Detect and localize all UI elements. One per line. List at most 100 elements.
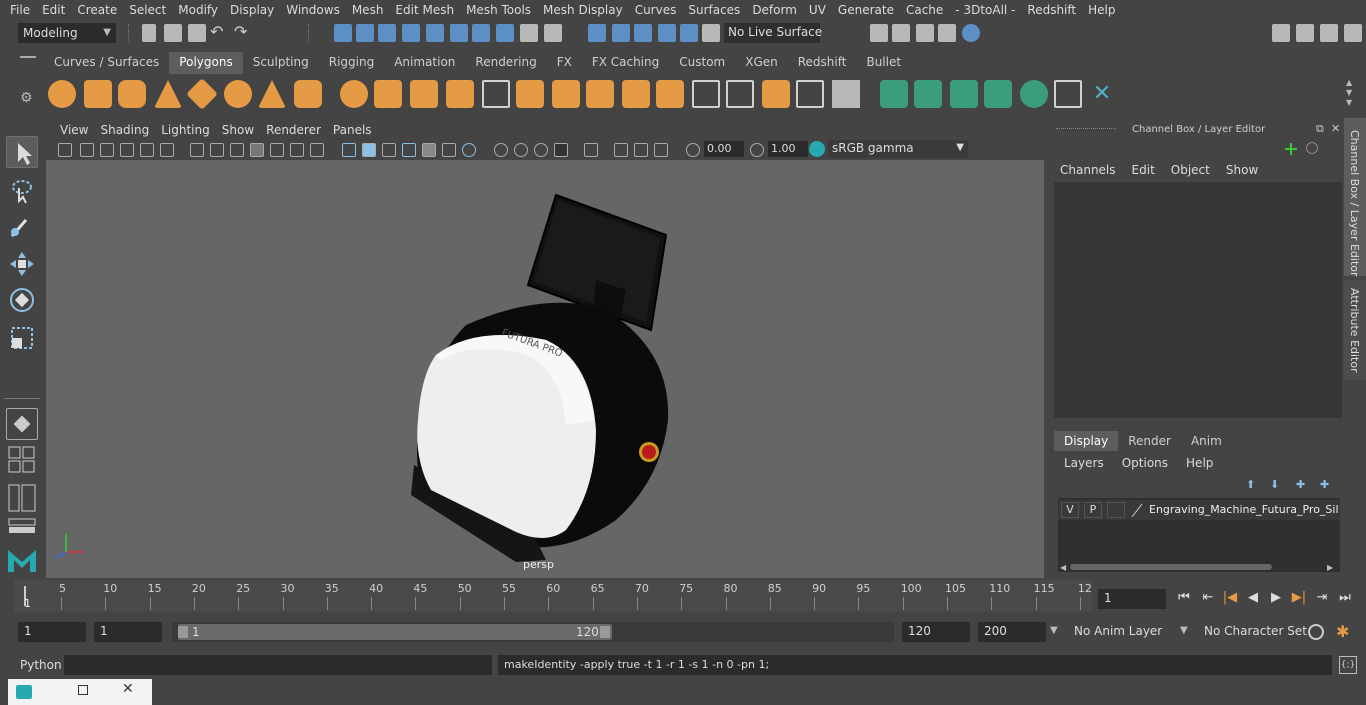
channel-list[interactable]	[1054, 182, 1342, 418]
character-set-select[interactable]: No Character Set	[1198, 622, 1307, 642]
animation-preferences-icon[interactable]: ✱	[1336, 622, 1349, 641]
command-language-label[interactable]: Python	[20, 658, 62, 672]
gear-icon[interactable]: ⚙	[20, 90, 33, 106]
chevron-down-icon[interactable]: ▼	[1180, 625, 1188, 636]
combine-icon[interactable]	[340, 80, 368, 108]
render-view-icon[interactable]	[938, 24, 956, 42]
toggle-modeling-toolkit-icon[interactable]	[1296, 24, 1314, 42]
snap-together-icon[interactable]	[702, 24, 720, 42]
select-uv-icon[interactable]	[472, 24, 490, 42]
bridge-icon[interactable]	[516, 80, 544, 108]
poly-cylinder-icon[interactable]	[118, 80, 146, 108]
panel-drag-handle[interactable]	[1056, 128, 1116, 129]
move-tool[interactable]	[6, 248, 38, 280]
resolution-gate-icon[interactable]	[210, 143, 224, 157]
safe-action-icon[interactable]	[270, 143, 284, 157]
scroll-right-arrow[interactable]: ▶	[1327, 563, 1333, 572]
texture-icon[interactable]	[310, 143, 324, 157]
close-window-icon[interactable]: ✕	[122, 681, 134, 697]
undo-icon[interactable]: ↶	[210, 22, 223, 41]
retopology-icon[interactable]: ✕	[1088, 80, 1116, 108]
open-scene-icon[interactable]	[164, 24, 182, 42]
motion-blur-icon[interactable]	[462, 143, 476, 157]
lighting-icon[interactable]	[382, 143, 396, 157]
end-time-field[interactable]: 120	[902, 622, 970, 642]
planar-map-icon[interactable]	[726, 80, 754, 108]
checker-icon[interactable]	[1054, 80, 1082, 108]
command-input[interactable]	[64, 655, 492, 675]
safe-title-icon[interactable]	[290, 143, 304, 157]
menu-file[interactable]: File	[4, 3, 36, 17]
menu-edit[interactable]: Edit	[36, 3, 71, 17]
perspective-viewport[interactable]: FUTURA PRO	[46, 160, 1044, 578]
layer-color-swatch[interactable]	[1130, 502, 1144, 518]
move-layer-up-icon[interactable]: ⬆	[1246, 478, 1255, 491]
snap-point-icon[interactable]	[634, 24, 652, 42]
xray-joints-icon[interactable]	[554, 143, 568, 157]
menu-surfaces[interactable]: Surfaces	[682, 3, 746, 17]
smooth-brush-icon[interactable]	[914, 80, 942, 108]
sew-uv-icon[interactable]	[832, 80, 860, 108]
play-forward-icon[interactable]: ▶	[1268, 590, 1284, 606]
tab-fx-caching[interactable]: FX Caching	[581, 52, 670, 74]
depth-of-field-icon[interactable]	[514, 143, 528, 157]
xray-icon[interactable]	[422, 143, 436, 157]
wireframe-icon[interactable]	[342, 143, 356, 157]
poly-sphere-icon[interactable]	[48, 80, 76, 108]
channel-box-options-icon[interactable]	[1284, 142, 1298, 156]
grid-toggle-icon[interactable]	[140, 143, 154, 157]
color-space-select[interactable]: sRGB gamma ▼	[828, 140, 968, 158]
menu-uv[interactable]: UV	[803, 3, 832, 17]
range-slider-end-handle[interactable]	[600, 626, 610, 638]
color-management-icon[interactable]	[809, 141, 825, 157]
isolate-select-icon[interactable]	[534, 143, 548, 157]
film-gate-icon[interactable]	[160, 143, 174, 157]
step-back-frame-icon[interactable]: |◀	[1222, 590, 1238, 606]
gate-mask-icon[interactable]	[230, 143, 244, 157]
cb-menu-show[interactable]: Show	[1226, 163, 1258, 177]
select-by-hierarchy-icon[interactable]	[334, 24, 352, 42]
select-by-object-icon[interactable]	[356, 24, 374, 42]
tab-render[interactable]: Render	[1118, 431, 1181, 451]
layer-display-type-toggle[interactable]	[1107, 502, 1125, 518]
make-live-icon[interactable]	[680, 24, 698, 42]
select-edge-icon[interactable]	[426, 24, 444, 42]
start-time-field[interactable]: 1	[18, 622, 86, 642]
side-tab-channel-box[interactable]: Channel Box / Layer Editor	[1344, 118, 1366, 277]
select-vertex-icon[interactable]	[402, 24, 420, 42]
frame-selected-icon[interactable]	[634, 143, 648, 157]
image-plane-icon[interactable]	[120, 143, 134, 157]
layer-name[interactable]: Engraving_Machine_Futura_Pro_Silca	[1149, 503, 1339, 516]
panel-menu-show[interactable]: Show	[216, 123, 260, 137]
script-editor-icon[interactable]: {;}	[1339, 656, 1357, 674]
panel-menu-panels[interactable]: Panels	[327, 123, 378, 137]
tab-fx[interactable]: FX	[546, 52, 582, 74]
menu-mesh-display[interactable]: Mesh Display	[537, 3, 629, 17]
tab-polygons[interactable]: Polygons	[169, 52, 243, 74]
tab-sculpting[interactable]: Sculpting	[242, 52, 319, 74]
tab-rigging[interactable]: Rigging	[318, 52, 385, 74]
render-settings-icon[interactable]	[870, 24, 888, 42]
tab-redshift[interactable]: Redshift	[787, 52, 857, 74]
step-forward-frame-icon[interactable]: ▶|	[1291, 590, 1307, 606]
le-menu-layers[interactable]: Layers	[1064, 456, 1104, 470]
insert-edge-loop-icon[interactable]	[656, 80, 684, 108]
mode-select[interactable]: Modeling ▼	[18, 23, 116, 43]
four-view-layout-icon[interactable]	[8, 446, 36, 474]
go-to-end-icon[interactable]: ⏭	[1337, 590, 1353, 606]
select-tool-icon[interactable]	[584, 143, 598, 157]
smooth-shade-icon[interactable]	[362, 143, 376, 157]
menu-modify[interactable]: Modify	[172, 3, 224, 17]
anim-start-field[interactable]: 1	[94, 622, 162, 642]
save-scene-icon[interactable]	[188, 24, 206, 42]
mirror-icon[interactable]	[410, 80, 438, 108]
frame-all-icon[interactable]	[614, 143, 628, 157]
paint-select-tool[interactable]	[6, 210, 38, 242]
play-backward-icon[interactable]: ◀	[1245, 590, 1261, 606]
help-icon[interactable]	[496, 24, 514, 42]
maya-window-icon[interactable]	[16, 685, 32, 699]
extrude-icon[interactable]	[482, 80, 510, 108]
menu-cache[interactable]: Cache	[900, 3, 949, 17]
gamma-field[interactable]: 1.00	[768, 141, 808, 157]
menu-create[interactable]: Create	[71, 3, 123, 17]
